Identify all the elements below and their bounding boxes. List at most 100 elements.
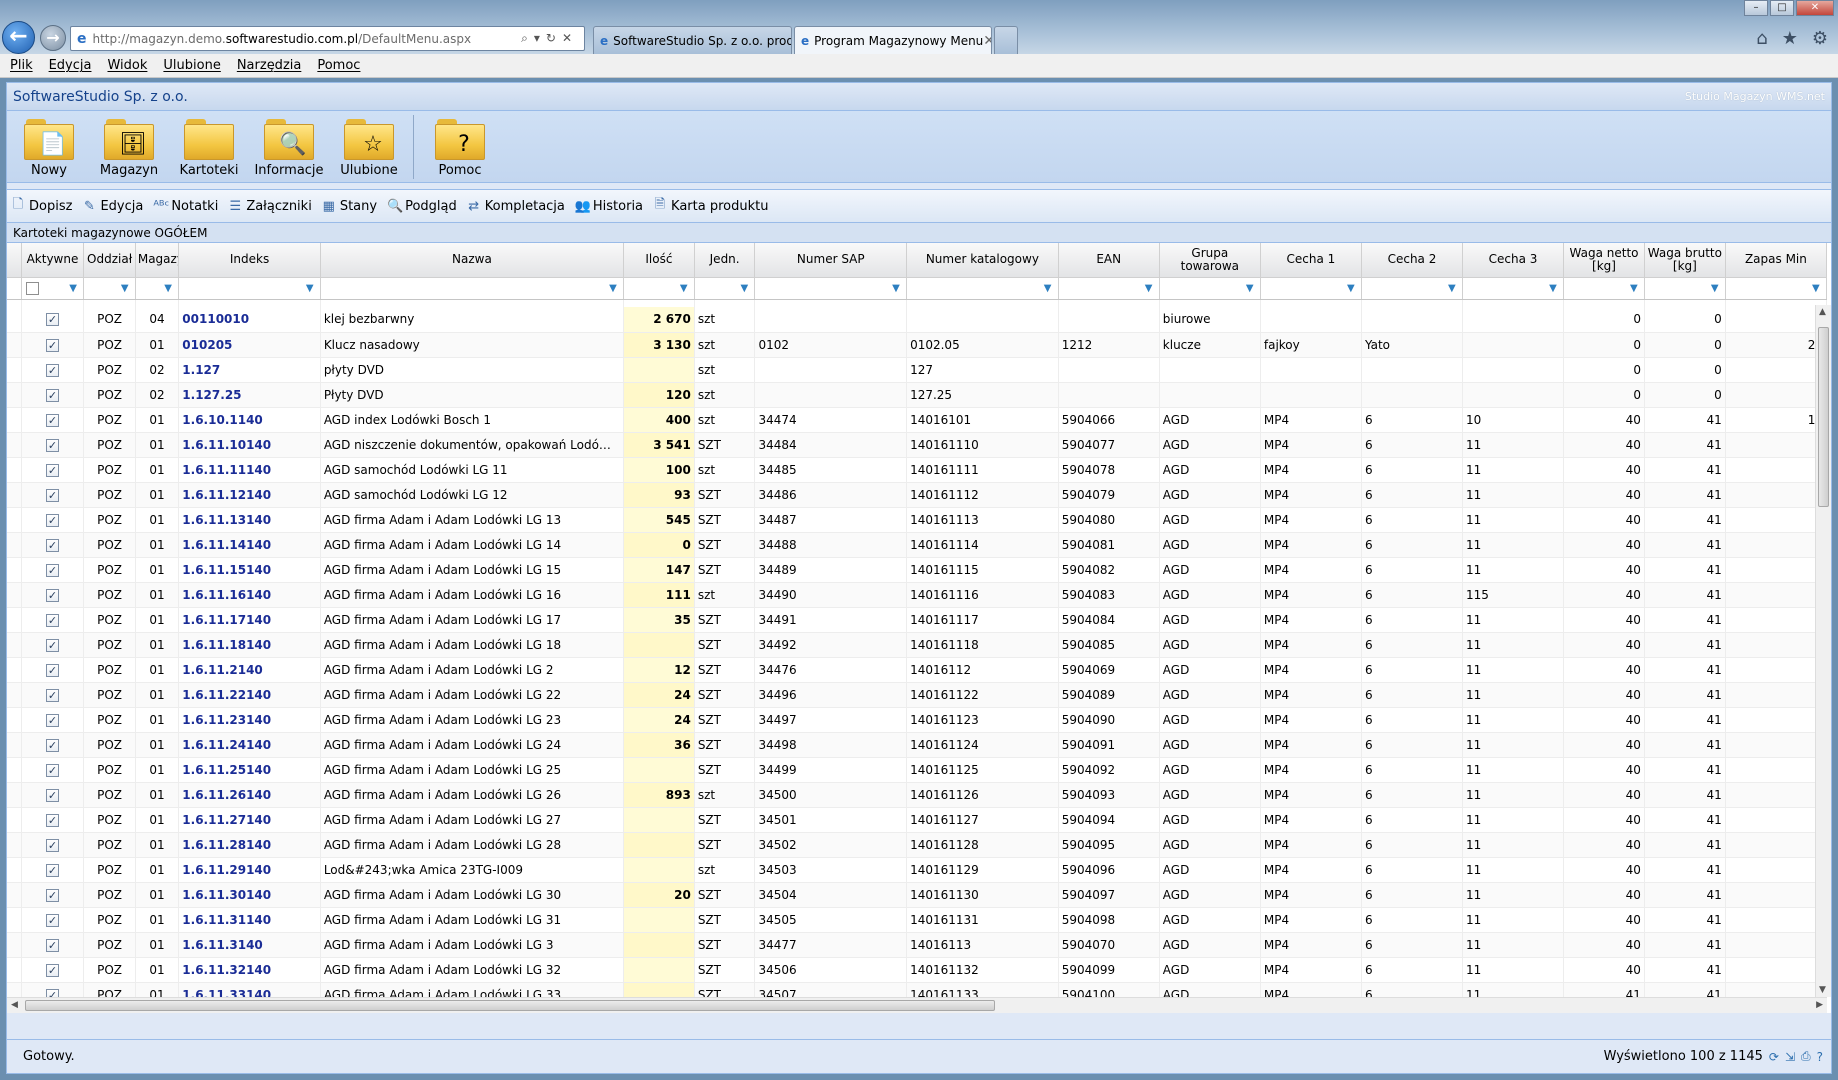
filter-icon[interactable]: ▼ [1347, 283, 1357, 294]
column-filter[interactable]: ▼ [1644, 277, 1726, 300]
cell-indeks[interactable]: 1.6.10.1140 [178, 407, 321, 433]
active-checkbox[interactable]: ✓ [45, 413, 59, 427]
address-bar[interactable]: e http://magazyn.demo.softwarestudio.com… [70, 26, 585, 51]
filter-icon[interactable]: ▼ [1812, 283, 1822, 294]
forward-button[interactable]: → [40, 25, 66, 51]
url-text[interactable]: http://magazyn.demo.softwarestudio.com.p… [93, 32, 522, 46]
column-header[interactable]: Zapas Min [1725, 243, 1828, 278]
column-header[interactable]: EAN [1058, 243, 1160, 278]
cell-indeks[interactable]: 1.6.11.14140 [178, 532, 321, 558]
favorites-star-icon[interactable]: ★ [1782, 28, 1798, 49]
column-filter[interactable]: ▼ [1159, 277, 1261, 300]
column-header[interactable]: Ilość [623, 243, 695, 278]
active-checkbox[interactable]: ✓ [45, 613, 59, 627]
horizontal-scroll-thumb[interactable] [25, 1000, 995, 1011]
column-header[interactable]: Cecha 3 [1462, 243, 1565, 278]
cell-indeks[interactable]: 1.6.11.29140 [178, 857, 321, 883]
active-checkbox[interactable]: ✓ [45, 938, 59, 952]
active-checkbox[interactable]: ✓ [45, 313, 59, 327]
close-window-button[interactable]: ✕ [1796, 0, 1834, 16]
close-tab-icon[interactable]: ✕ [983, 33, 991, 49]
export-icon[interactable]: ⇲ [1785, 1050, 1795, 1064]
column-filter[interactable]: ▼ [320, 277, 625, 300]
table-row[interactable]: ✓ POZ 01 010205 Klucz nasadowy 3 130 szt 0102 01… [7, 332, 1828, 358]
table-row[interactable]: ✓ POZ 01 1.6.11.14140 AGD firma Adam i Adam … [7, 532, 1828, 558]
active-checkbox[interactable]: ✓ [45, 538, 59, 552]
table-row[interactable]: ✓ POZ 01 1.6.11.11140 AGD samochód Lodówki L… [7, 457, 1828, 483]
table-row[interactable]: ✓ POZ 01 1.6.11.29140 Lod&#243;wka Amica 23T… [7, 857, 1828, 883]
table-row[interactable]: ✓ POZ 01 1.6.11.27140 AGD firma Adam i Adam … [7, 807, 1828, 833]
filter-icon[interactable]: ▼ [1246, 283, 1256, 294]
cell-indeks[interactable]: 1.6.11.12140 [178, 482, 321, 508]
cell-indeks[interactable]: 1.6.11.26140 [178, 782, 321, 808]
filter-icon[interactable]: ▼ [680, 283, 690, 294]
column-filter[interactable]: ▼ [1260, 277, 1362, 300]
active-checkbox[interactable]: ✓ [45, 388, 59, 402]
toolbar-button-3[interactable]: ᴬᴮᶜ Notatki [153, 199, 218, 214]
column-header[interactable]: Waga netto [kg] [1563, 243, 1645, 278]
ribbon-button-3[interactable]: Kartoteki [173, 115, 245, 178]
filter-icon[interactable]: ▼ [1044, 283, 1054, 294]
cell-indeks[interactable]: 1.6.11.10140 [178, 432, 321, 458]
table-row[interactable]: ✓ POZ 02 1.127.25 Płyty DVD 120 szt 127.25 0 0 [7, 382, 1828, 408]
column-filter[interactable]: ▼ [694, 277, 756, 300]
print-icon[interactable]: ⎙ [1801, 1049, 1811, 1064]
browser-tab-program-magazynowy[interactable]: e Program Magazynowy Menu ✕ [794, 26, 992, 54]
toolbar-button-6[interactable]: 🔍 Podgląd [387, 199, 457, 214]
column-header[interactable]: Aktywne [21, 243, 85, 278]
column-header[interactable]: Oddział [83, 243, 136, 278]
cell-indeks[interactable]: 1.6.11.31140 [178, 907, 321, 933]
filter-icon[interactable]: ▼ [306, 283, 316, 294]
table-row[interactable]: ✓ POZ 01 1.6.11.15140 AGD firma Adam i Adam … [7, 557, 1828, 583]
active-checkbox[interactable]: ✓ [45, 438, 59, 452]
filter-icon[interactable]: ▼ [69, 283, 79, 294]
filter-icon[interactable]: ▼ [1145, 283, 1155, 294]
active-checkbox[interactable]: ✓ [45, 963, 59, 977]
column-filter[interactable]: ▼ [83, 277, 136, 300]
column-filter[interactable]: ▼ [21, 277, 85, 300]
active-checkbox[interactable]: ✓ [45, 588, 59, 602]
table-row[interactable]: ✓ POZ 01 1.6.11.32140 AGD firma Adam i Adam … [7, 957, 1828, 983]
active-checkbox[interactable]: ✓ [45, 488, 59, 502]
table-row[interactable]: ✓ POZ 01 1.6.11.31140 AGD firma Adam i Adam … [7, 907, 1828, 933]
menu-widok[interactable]: Widok [107, 58, 147, 73]
filter-icon[interactable]: ▼ [1448, 283, 1458, 294]
active-checkbox[interactable]: ✓ [45, 913, 59, 927]
column-header[interactable]: Grupa towarowa [1159, 243, 1261, 278]
table-row[interactable]: ✓ POZ 01 1.6.11.18140 AGD firma Adam i Adam … [7, 632, 1828, 658]
column-filter[interactable]: ▼ [1361, 277, 1464, 300]
active-checkbox[interactable]: ✓ [45, 363, 59, 377]
active-checkbox[interactable]: ✓ [45, 513, 59, 527]
active-checkbox[interactable]: ✓ [45, 838, 59, 852]
column-header[interactable]: Jedn. [694, 243, 756, 278]
horizontal-scrollbar[interactable]: ◀ ▶ [7, 997, 1827, 1013]
cell-indeks[interactable]: 1.6.11.24140 [178, 732, 321, 758]
active-checkbox[interactable]: ✓ [45, 863, 59, 877]
cell-indeks[interactable]: 010205 [178, 332, 321, 358]
column-header[interactable]: Waga brutto [kg] [1644, 243, 1726, 278]
help-icon[interactable]: ? [1817, 1050, 1823, 1064]
toolbar-button-2[interactable]: ✎ Edycja [82, 199, 143, 214]
maximize-button[interactable]: □ [1770, 0, 1794, 16]
table-row[interactable]: ✓ POZ 01 1.6.11.22140 AGD firma Adam i Adam … [7, 682, 1828, 708]
column-header[interactable]: Numer SAP [754, 243, 908, 278]
active-checkbox[interactable]: ✓ [45, 888, 59, 902]
active-checkbox[interactable]: ✓ [45, 463, 59, 477]
column-filter[interactable]: ▼ [1725, 277, 1828, 300]
column-filter[interactable]: ▼ [1563, 277, 1645, 300]
table-row[interactable]: ✓ POZ 02 1.127 płyty DVD szt 127 0 0 [7, 357, 1828, 383]
active-checkbox[interactable]: ✓ [45, 563, 59, 577]
table-row[interactable]: ✓ POZ 01 1.6.11.28140 AGD firma Adam i Adam … [7, 832, 1828, 858]
scroll-down-icon[interactable]: ▼ [1819, 985, 1826, 995]
cell-indeks[interactable]: 1.6.11.22140 [178, 682, 321, 708]
column-header[interactable]: Cecha 1 [1260, 243, 1362, 278]
filter-icon[interactable]: ▼ [740, 283, 750, 294]
toolbar-button-1[interactable]: 🗋 Dopisz [11, 195, 73, 217]
table-row[interactable]: ✓ POZ 01 1.6.11.13140 AGD firma Adam i Adam … [7, 507, 1828, 533]
filter-icon[interactable]: ▼ [609, 283, 619, 294]
cell-indeks[interactable]: 1.6.11.13140 [178, 507, 321, 533]
table-row[interactable]: ✓ POZ 01 1.6.11.23140 AGD firma Adam i Adam … [7, 707, 1828, 733]
table-row[interactable]: ✓ POZ 01 1.6.11.30140 AGD firma Adam i Adam … [7, 882, 1828, 908]
active-checkbox[interactable]: ✓ [45, 338, 59, 352]
menu-plik[interactable]: Plik [10, 58, 33, 73]
